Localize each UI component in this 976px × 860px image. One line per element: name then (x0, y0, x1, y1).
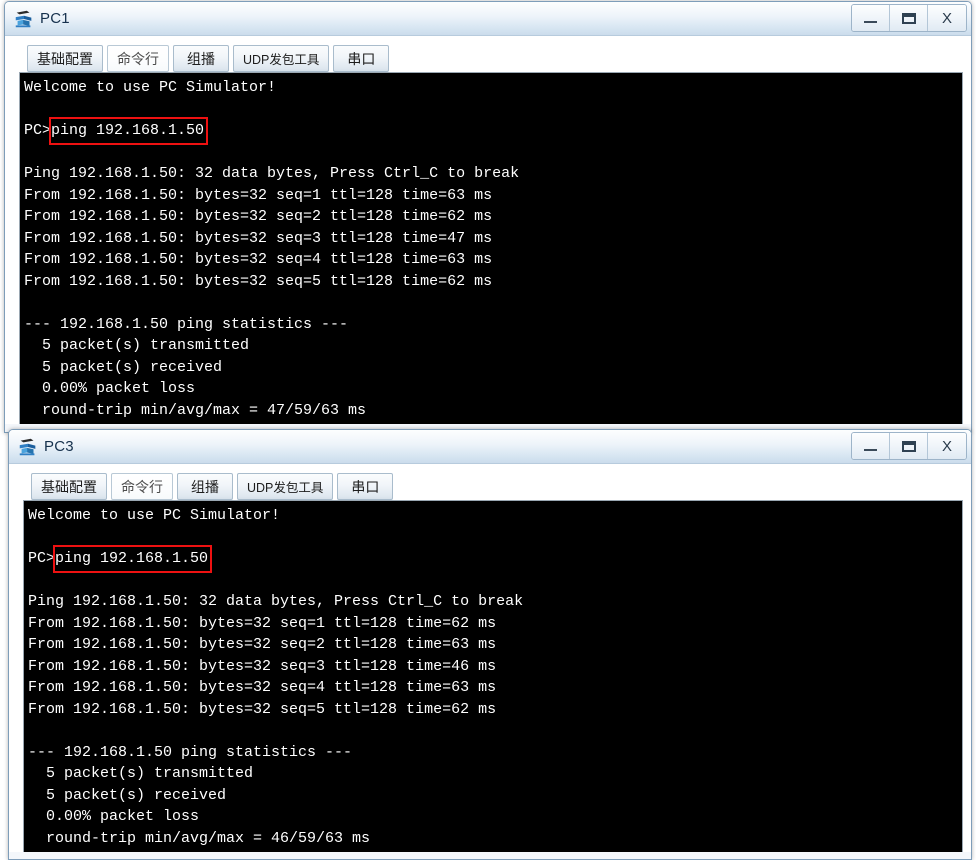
terminal-line: Ping 192.168.1.50: 32 data bytes, Press … (24, 165, 520, 182)
terminal-line: Welcome to use PC Simulator! (24, 79, 277, 96)
minimize-icon (864, 449, 877, 451)
terminal-line: 5 packet(s) transmitted (24, 337, 250, 354)
terminal-line: From 192.168.1.50: bytes=32 seq=2 ttl=12… (28, 636, 497, 653)
tab-label: 组播 (191, 478, 219, 495)
terminal-line: round-trip min/avg/max = 47/59/63 ms (24, 401, 367, 419)
terminal-line: From 192.168.1.50: bytes=32 seq=3 ttl=12… (28, 657, 497, 675)
window-controls-pc1: X (851, 4, 967, 32)
terminal-line: From 192.168.1.50: bytes=32 seq=5 ttl=12… (24, 272, 493, 290)
window-pc1[interactable]: PC1 X 基础配置 命令行 组播 UDP发包工具 串口 Welcome to … (4, 1, 972, 433)
maximize-icon (901, 440, 916, 452)
terminal-output-pc3[interactable]: Welcome to use PC Simulator! PC>ping 192… (24, 501, 962, 852)
maximize-button-pc1[interactable] (890, 5, 928, 31)
close-icon: X (941, 437, 952, 455)
tab-command-line-pc3[interactable]: 命令行 (111, 473, 173, 500)
terminal-line: From 192.168.1.50: bytes=32 seq=2 ttl=12… (24, 208, 493, 225)
terminal-scrollbar-pc1[interactable] (965, 36, 971, 424)
tab-label: UDP发包工具 (247, 481, 324, 495)
terminal-line: 5 packet(s) transmitted (28, 765, 254, 782)
tab-multicast-pc1[interactable]: 组播 (173, 45, 229, 72)
window-pc3[interactable]: PC3 X 基础配置 命令行 组播 UDP发包工具 串口 Welcome to … (8, 429, 972, 860)
client-area-pc1: 基础配置 命令行 组播 UDP发包工具 串口 Welcome to use PC… (5, 36, 971, 424)
screen: PC1 X 基础配置 命令行 组播 UDP发包工具 串口 Welcome to … (0, 0, 976, 860)
tab-label: 基础配置 (37, 50, 93, 67)
tab-udp-tool-pc1[interactable]: UDP发包工具 (233, 45, 330, 72)
minimize-button-pc3[interactable] (852, 433, 890, 459)
close-icon: X (941, 9, 952, 27)
terminal-scrollbar-pc3[interactable] (965, 464, 971, 852)
terminal-line: From 192.168.1.50: bytes=32 seq=1 ttl=12… (28, 614, 497, 632)
maximize-button-pc3[interactable] (890, 433, 928, 459)
minimize-button-pc1[interactable] (852, 5, 890, 31)
terminal-line: --- 192.168.1.50 ping statistics --- (28, 743, 353, 761)
terminal-line: Welcome to use PC Simulator! (28, 507, 281, 524)
terminal-line: round-trip min/avg/max = 46/59/63 ms (28, 829, 371, 847)
titlebar-pc3[interactable]: PC3 X (9, 430, 971, 464)
tab-serial-port-pc3[interactable]: 串口 (337, 473, 394, 500)
terminal-line: 5 packet(s) received (28, 786, 227, 804)
tab-label: 命令行 (121, 478, 163, 495)
window-controls-pc3: X (851, 432, 967, 460)
tab-label: UDP发包工具 (243, 53, 320, 67)
client-area-pc3: 基础配置 命令行 组播 UDP发包工具 串口 Welcome to use PC… (9, 464, 971, 852)
tab-basic-config-pc3[interactable]: 基础配置 (31, 473, 107, 500)
terminal-line: From 192.168.1.50: bytes=32 seq=4 ttl=12… (28, 679, 497, 696)
terminal-line: PC>ping 192.168.1.50 (28, 550, 209, 567)
tab-label: 组播 (187, 50, 215, 67)
terminal-line: Ping 192.168.1.50: 32 data bytes, Press … (28, 593, 524, 610)
terminal-frame-pc3: Welcome to use PC Simulator! PC>ping 192… (23, 500, 963, 852)
tabstrip-pc3: 基础配置 命令行 组播 UDP发包工具 串口 (9, 464, 971, 500)
pc-device-icon (19, 438, 36, 455)
tab-label: 基础配置 (41, 478, 97, 495)
terminal-line: 0.00% packet loss (24, 380, 196, 397)
terminal-frame-pc1: Welcome to use PC Simulator! PC>ping 192… (19, 72, 963, 424)
minimize-icon (864, 21, 877, 23)
window-title-pc1: PC1 (40, 10, 70, 27)
tab-basic-config-pc1[interactable]: 基础配置 (27, 45, 103, 72)
tab-label: 命令行 (117, 50, 159, 67)
tab-udp-tool-pc3[interactable]: UDP发包工具 (237, 473, 334, 500)
tab-label: 串口 (351, 478, 380, 495)
terminal-line: 5 packet(s) received (24, 358, 223, 376)
terminal-line: 0.00% packet loss (28, 808, 200, 825)
terminal-line: From 192.168.1.50: bytes=32 seq=1 ttl=12… (24, 186, 493, 204)
close-button-pc1[interactable]: X (928, 5, 966, 31)
close-button-pc3[interactable]: X (928, 433, 966, 459)
tab-multicast-pc3[interactable]: 组播 (177, 473, 233, 500)
tab-label: 串口 (347, 50, 376, 67)
terminal-output-pc1[interactable]: Welcome to use PC Simulator! PC>ping 192… (20, 73, 962, 424)
pc-device-icon (15, 10, 32, 27)
terminal-line: From 192.168.1.50: bytes=32 seq=4 ttl=12… (24, 251, 493, 268)
tabstrip-pc1: 基础配置 命令行 组播 UDP发包工具 串口 (5, 36, 971, 72)
terminal-line: PC>ping 192.168.1.50 (24, 122, 205, 139)
maximize-icon (901, 12, 916, 24)
window-title-pc3: PC3 (44, 438, 74, 455)
titlebar-pc1[interactable]: PC1 X (5, 2, 971, 36)
terminal-line: From 192.168.1.50: bytes=32 seq=3 ttl=12… (24, 229, 493, 247)
tab-serial-port-pc1[interactable]: 串口 (333, 45, 390, 72)
tab-command-line-pc1[interactable]: 命令行 (107, 45, 169, 72)
terminal-line: From 192.168.1.50: bytes=32 seq=5 ttl=12… (28, 700, 497, 718)
terminal-line: --- 192.168.1.50 ping statistics --- (24, 315, 349, 333)
